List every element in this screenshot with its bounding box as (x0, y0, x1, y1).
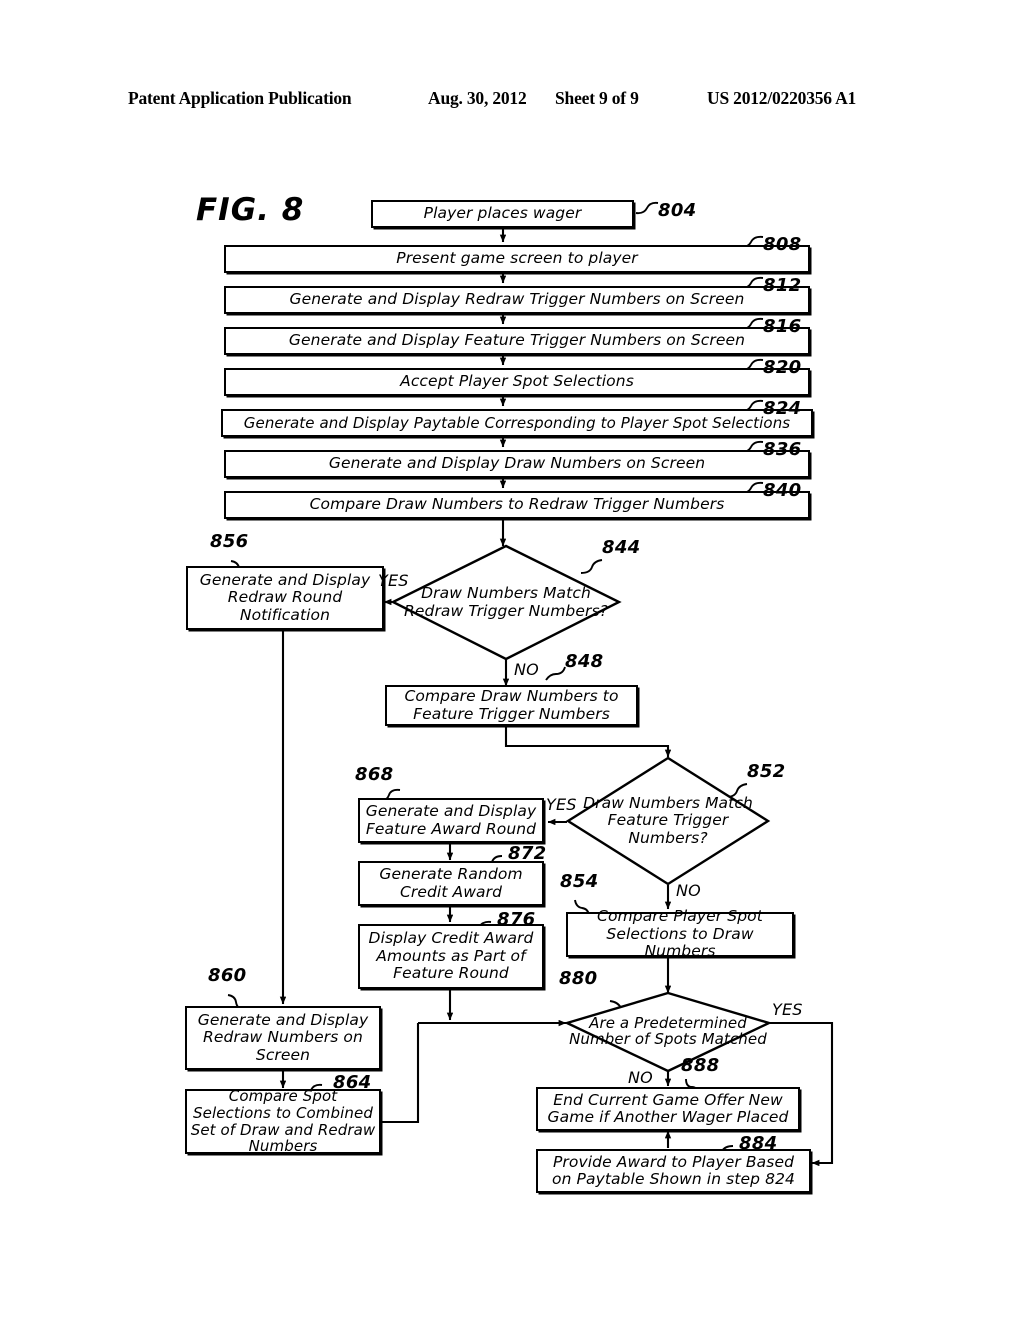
process-box-868[interactable]: Generate and Display Feature Award Round (358, 798, 544, 843)
process-box-864-label: Compare Spot Selections to Combined Set … (190, 1086, 376, 1156)
branch-label-880-no: NO (628, 1068, 653, 1087)
decision-diamond-852-shape (565, 756, 771, 886)
process-box-804[interactable]: Player places wager (371, 200, 634, 228)
process-box-816[interactable]: Generate and Display Feature Trigger Num… (224, 327, 810, 355)
process-box-816-label: Generate and Display Feature Trigger Num… (288, 331, 746, 350)
process-box-820-label: Accept Player Spot Selections (400, 372, 634, 391)
branch-label-844-no: NO (514, 660, 539, 679)
process-box-854[interactable]: Compare Player Spot Selections to Draw N… (566, 908, 794, 960)
process-box-876-label: Display Credit Award Amounts as Part of … (368, 929, 534, 983)
ref-numeral-852: 852 (747, 761, 786, 782)
process-box-876[interactable]: Display Credit Award Amounts as Part of … (358, 924, 544, 989)
process-box-812[interactable]: Generate and Display Redraw Trigger Numb… (224, 286, 810, 314)
process-box-848-label: Compare Draw Numbers to Feature Trigger … (404, 687, 619, 723)
process-box-860[interactable]: Generate and Display Redraw Numbers on S… (185, 1006, 381, 1070)
ref-numeral-820: 820 (763, 357, 802, 378)
process-box-854-label: Compare Player Spot Selections to Draw N… (597, 907, 763, 961)
process-box-888[interactable]: End Current Game Offer New Game if Anoth… (536, 1087, 800, 1131)
branch-label-880-yes: YES (772, 1000, 803, 1019)
process-box-808-label: Present game screen to player (396, 249, 638, 268)
process-box-860-label: Generate and Display Redraw Numbers on S… (197, 1010, 369, 1064)
process-box-836[interactable]: Generate and Display Draw Numbers on Scr… (224, 450, 810, 478)
process-box-888-label: End Current Game Offer New Game if Anoth… (547, 1090, 789, 1126)
process-box-840-label: Compare Draw Numbers to Redraw Trigger N… (309, 495, 725, 514)
ref-numeral-854: 854 (560, 871, 599, 892)
process-box-824[interactable]: Generate and Display Paytable Correspond… (221, 409, 813, 437)
ref-numeral-804: 804 (658, 200, 697, 221)
decision-diamond-880-shape (563, 991, 773, 1073)
flowchart-figure-8: Player places wager Present game screen … (0, 0, 1024, 1320)
ref-numeral-888: 888 (681, 1055, 720, 1076)
ref-numeral-824: 824 (763, 398, 802, 419)
ref-numeral-872: 872 (508, 843, 547, 864)
branch-label-844-yes: YES (378, 571, 409, 590)
process-box-840[interactable]: Compare Draw Numbers to Redraw Trigger N… (224, 491, 810, 519)
ref-numeral-844: 844 (602, 537, 641, 558)
ref-numeral-840: 840 (763, 480, 802, 501)
ref-numeral-868: 868 (355, 764, 394, 785)
process-box-808[interactable]: Present game screen to player (224, 245, 810, 273)
process-box-864[interactable]: Compare Spot Selections to Combined Set … (185, 1086, 381, 1156)
process-box-872-label: Generate Random Credit Award (379, 865, 523, 901)
decision-diamond-852[interactable]: Draw Numbers Match Feature Trigger Numbe… (565, 756, 771, 886)
ref-numeral-884: 884 (739, 1133, 778, 1154)
ref-numeral-876: 876 (497, 909, 536, 930)
ref-numeral-856: 856 (210, 531, 249, 552)
process-box-868-label: Generate and Display Feature Award Round (365, 802, 537, 838)
ref-numeral-864: 864 (333, 1072, 372, 1093)
process-box-884[interactable]: Provide Award to Player Based on Paytabl… (536, 1149, 811, 1193)
ref-numeral-848: 848 (565, 651, 604, 672)
process-box-848[interactable]: Compare Draw Numbers to Feature Trigger … (385, 685, 638, 726)
decision-diamond-844-shape (390, 544, 622, 661)
branch-label-852-yes: YES (546, 795, 577, 814)
ref-numeral-880: 880 (559, 968, 598, 989)
process-box-856[interactable]: Generate and Display Redraw Round Notifi… (186, 566, 384, 630)
branch-label-852-no: NO (676, 881, 701, 900)
flowchart-connectors (227, 201, 834, 1167)
process-box-820[interactable]: Accept Player Spot Selections (224, 368, 810, 396)
process-box-824-label: Generate and Display Paytable Correspond… (243, 413, 791, 432)
ref-numeral-816: 816 (763, 316, 802, 337)
decision-diamond-844[interactable]: Draw Numbers Match Redraw Trigger Number… (390, 544, 622, 661)
ref-numeral-812: 812 (763, 275, 802, 296)
process-box-836-label: Generate and Display Draw Numbers on Scr… (328, 454, 706, 473)
process-box-856-label: Generate and Display Redraw Round Notifi… (199, 570, 371, 624)
ref-numeral-836: 836 (763, 439, 802, 460)
ref-numeral-808: 808 (763, 234, 802, 255)
process-box-812-label: Generate and Display Redraw Trigger Numb… (289, 290, 745, 309)
ref-numeral-860: 860 (208, 965, 247, 986)
process-box-804-label: Player places wager (423, 204, 582, 223)
process-box-872[interactable]: Generate Random Credit Award (358, 861, 544, 906)
decision-diamond-880[interactable]: Are a Predetermined Number of Spots Matc… (563, 991, 773, 1073)
process-box-884-label: Provide Award to Player Based on Paytabl… (551, 1152, 795, 1188)
